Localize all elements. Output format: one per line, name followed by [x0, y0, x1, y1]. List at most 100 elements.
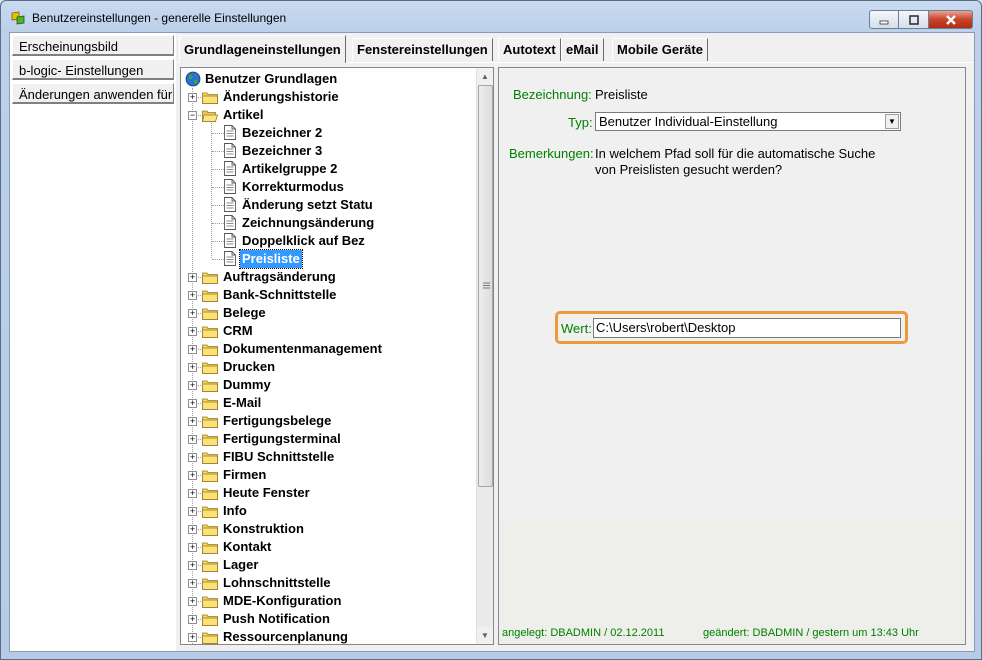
tree-item[interactable]: + Änderungshistorie [181, 88, 471, 106]
tree-item-label: Bezeichner 2 [242, 125, 323, 140]
tree-item[interactable]: Änderung setzt Statu [181, 196, 471, 214]
chevron-down-icon[interactable]: ▼ [885, 114, 899, 129]
expand-icon[interactable]: + [188, 327, 197, 336]
tree-item[interactable]: + FIBU Schnittstelle [181, 448, 471, 466]
tree-item[interactable]: + Dummy [181, 376, 471, 394]
tree-item[interactable]: + Auftragsänderung [181, 268, 471, 286]
expand-icon[interactable]: + [188, 435, 197, 444]
tree-scrollbar[interactable]: ▲ ▼ [476, 68, 493, 644]
expand-icon[interactable]: + [188, 453, 197, 462]
tab-email[interactable]: eMail [561, 38, 604, 61]
expand-icon[interactable]: + [188, 597, 197, 606]
tree-item[interactable]: Doppelklick auf Bez [181, 232, 471, 250]
tree-item[interactable]: + Kontakt [181, 538, 471, 556]
expand-icon[interactable]: + [188, 93, 197, 102]
settings-tree[interactable]: Benutzer Grundlagen + Änderungshistorie − A… [180, 67, 494, 645]
window-title: Benutzereinstellungen - generelle Einste… [32, 11, 287, 25]
tree-item[interactable]: Preisliste [181, 249, 471, 269]
expand-icon[interactable]: + [188, 309, 197, 318]
expand-icon[interactable]: + [188, 417, 197, 426]
tree-item-label: Preisliste [239, 249, 303, 269]
expand-icon[interactable]: + [188, 345, 197, 354]
bezeichnung-label: Bezeichnung: [513, 87, 592, 102]
expand-icon[interactable]: + [188, 507, 197, 516]
expand-icon[interactable]: + [188, 561, 197, 570]
expand-icon[interactable]: + [188, 471, 197, 480]
tree-item[interactable]: + Belege [181, 304, 471, 322]
tree-item-label: Korrekturmodus [242, 179, 344, 194]
collapse-icon[interactable]: − [188, 111, 197, 120]
tree-item-label: Konstruktion [223, 521, 304, 536]
expand-icon[interactable]: + [188, 543, 197, 552]
expand-icon[interactable]: + [188, 489, 197, 498]
tab-grundlageneinstellungen[interactable]: Grundlageneinstellungen [179, 35, 346, 63]
tree-item[interactable]: + Drucken [181, 358, 471, 376]
nav-item-blogic-einstellungen[interactable]: b-logic- Einstellungen [12, 59, 174, 80]
expand-icon[interactable]: + [188, 525, 197, 534]
tree-item[interactable]: + Dokumentenmanagement [181, 340, 471, 358]
tree-item[interactable]: + Lohnschnittstelle [181, 574, 471, 592]
tree-item[interactable]: + Push Notification [181, 610, 471, 628]
tree-item-label: Dummy [223, 377, 271, 392]
tree-item-label: Artikel [223, 107, 264, 122]
nav-item-erscheinungsbild[interactable]: Erscheinungsbild [12, 35, 174, 56]
scroll-up-icon[interactable]: ▲ [477, 68, 493, 85]
expand-icon[interactable]: + [188, 579, 197, 588]
expand-icon[interactable]: + [188, 291, 197, 300]
tree-item[interactable]: + Ressourcenplanung [181, 628, 471, 644]
detail-lower-area: angelegt: DBADMIN / 02.12.2011 geändert:… [499, 520, 965, 644]
tree-item[interactable]: + Fertigungsbelege [181, 412, 471, 430]
folder-icon [202, 380, 218, 392]
tree-item[interactable]: + Fertigungsterminal [181, 430, 471, 448]
bemerkungen-label: Bemerkungen: [509, 146, 594, 161]
tree-item-label: FIBU Schnittstelle [223, 449, 335, 464]
tree-item[interactable]: + Heute Fenster [181, 484, 471, 502]
tree-item[interactable]: Bezeichner 2 [181, 124, 471, 142]
scroll-thumb[interactable] [478, 85, 493, 487]
typ-select[interactable]: Benutzer Individual-Einstellung ▼ [595, 112, 901, 131]
tree-item[interactable]: + Lager [181, 556, 471, 574]
tab-autotext[interactable]: Autotext [498, 38, 561, 61]
tab-mobile-geraete[interactable]: Mobile Geräte [612, 38, 708, 61]
expand-icon[interactable]: + [188, 615, 197, 624]
tree-connector [212, 187, 224, 188]
tree-item[interactable]: Bezeichner 3 [181, 142, 471, 160]
tree-item[interactable]: + Konstruktion [181, 520, 471, 538]
expand-icon[interactable]: + [188, 381, 197, 390]
folder-icon [202, 488, 218, 500]
tree-item[interactable]: + MDE-Konfiguration [181, 592, 471, 610]
expand-icon[interactable]: + [188, 399, 197, 408]
tree-item[interactable]: Artikelgruppe 2 [181, 160, 471, 178]
tree-item[interactable]: + CRM [181, 322, 471, 340]
tree-item-label: Firmen [223, 467, 267, 482]
folder-icon [202, 542, 218, 554]
wert-label: Wert: [561, 321, 592, 336]
tree-item[interactable]: Zeichnungsänderung [181, 214, 471, 232]
close-button[interactable] [929, 10, 973, 29]
tree-item-label: Fertigungsbelege [223, 413, 332, 428]
tree-connector [212, 241, 224, 242]
typ-label: Typ: [568, 115, 593, 130]
tree-item[interactable]: + Firmen [181, 466, 471, 484]
tree-item[interactable]: + E-Mail [181, 394, 471, 412]
tab-fenstereinstellungen[interactable]: Fenstereinstellungen [352, 38, 493, 61]
expand-icon[interactable]: + [188, 363, 197, 372]
tree-item[interactable]: + Bank-Schnittstelle [181, 286, 471, 304]
title-bar[interactable]: Benutzereinstellungen - generelle Einste… [1, 1, 981, 33]
folder-icon [202, 434, 218, 446]
minimize-button[interactable] [869, 10, 899, 29]
tree-item-label: Kontakt [223, 539, 272, 554]
folder-icon [202, 506, 218, 518]
tree-item[interactable]: Korrekturmodus [181, 178, 471, 196]
tree-item[interactable]: + Info [181, 502, 471, 520]
detail-panel: Bezeichnung: Preisliste Typ: Benutzer In… [498, 67, 966, 645]
expand-icon[interactable]: + [188, 633, 197, 642]
tree-item[interactable]: − Artikel [181, 106, 471, 124]
detail-upper-area: Bezeichnung: Preisliste Typ: Benutzer In… [499, 68, 965, 520]
bezeichnung-value: Preisliste [595, 87, 648, 102]
expand-icon[interactable]: + [188, 273, 197, 282]
nav-item-aenderungen-anwenden[interactable]: Änderungen anwenden für [12, 83, 174, 104]
maximize-button[interactable] [899, 10, 929, 29]
wert-input[interactable]: C:\Users\robert\Desktop [593, 318, 901, 338]
scroll-down-icon[interactable]: ▼ [477, 627, 493, 644]
